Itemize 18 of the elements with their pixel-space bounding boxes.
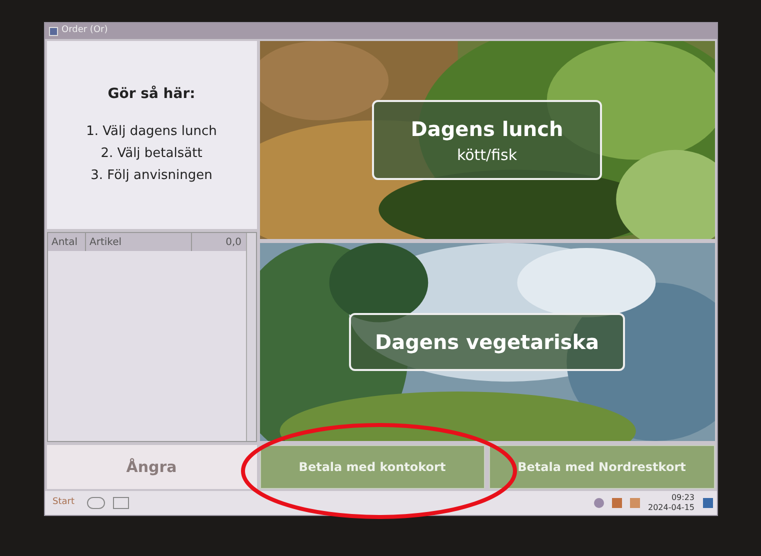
pay-button[interactable]: Betala med Nordrestkort [489,445,714,489]
start-button[interactable]: Start [48,496,78,510]
window-title: Order (Or) [62,24,108,38]
instruction-step: 2. Välj betalsätt [100,142,202,164]
column-header: Artikel [86,233,192,251]
clock-date: 2024-04-15 [648,503,694,513]
instruction-step: 1. Välj dagens lunch [86,120,217,142]
undo-button[interactable]: Ångra [46,445,256,489]
pay-button[interactable]: Betala med kontokort [260,445,485,489]
desktop-icon[interactable] [702,498,712,508]
window-icon [48,26,58,36]
instructions-heading: Gör så här: [108,84,196,104]
column-header: Antal [48,233,86,251]
total-amount: 0,0 [224,236,242,250]
menu-button[interactable]: Dagens lunch kött/fisk [372,100,602,180]
instruction-step: 3. Följ anvisningen [90,164,212,186]
clock-time: 09:23 [671,493,694,503]
menu-button[interactable]: Dagens vegetariska [348,313,626,371]
